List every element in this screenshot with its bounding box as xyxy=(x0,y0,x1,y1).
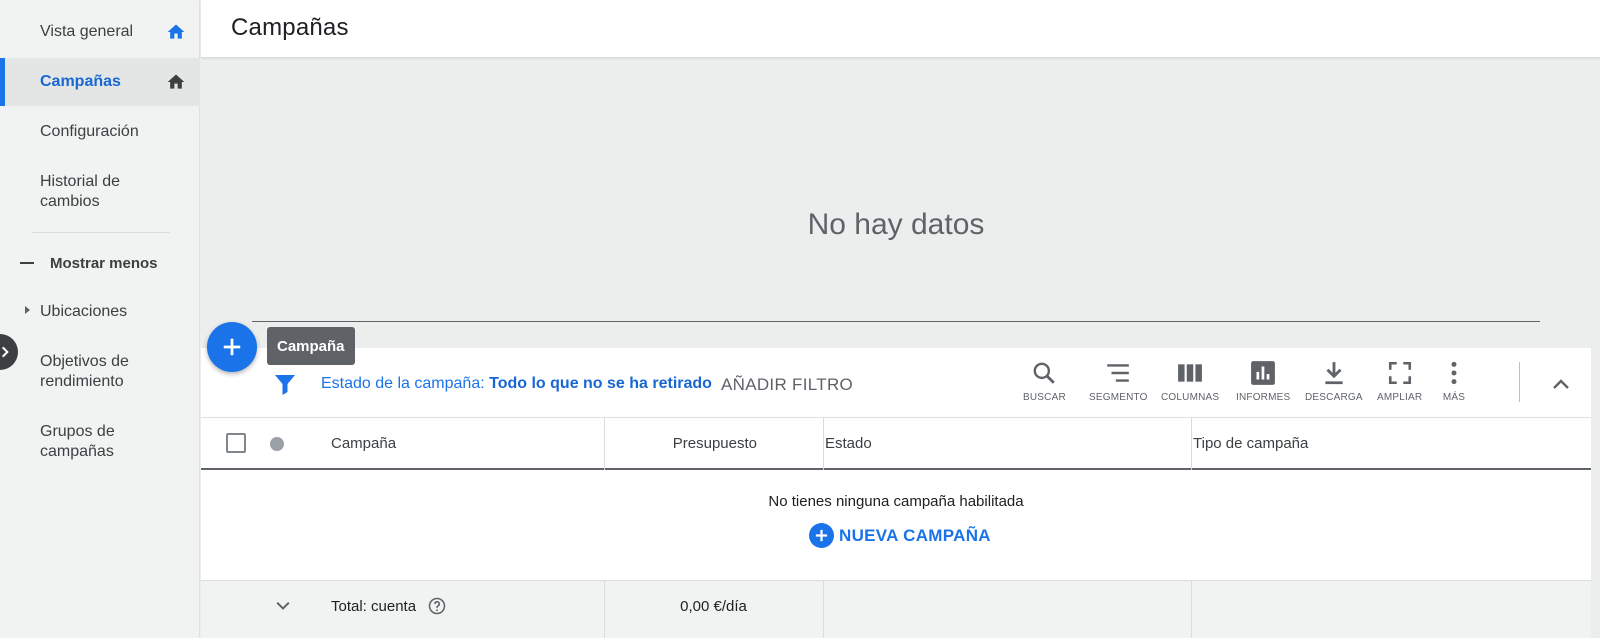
add-filter-button[interactable]: AÑADIR FILTRO xyxy=(721,375,853,395)
column-divider xyxy=(604,581,605,638)
help-icon[interactable] xyxy=(428,597,446,615)
chevron-down-icon[interactable] xyxy=(273,596,293,616)
new-campaign-button[interactable]: NUEVA CAMPAÑA xyxy=(809,523,991,548)
bar-chart-icon xyxy=(1251,361,1276,385)
total-budget: 0,00 €/día xyxy=(680,597,747,615)
more-tool-label: MÁS xyxy=(1442,392,1466,403)
column-divider xyxy=(823,418,824,470)
campaign-table-card: Estado de la campaña: Todo lo que no se … xyxy=(201,348,1591,638)
show-less-button[interactable]: Mostrar menos xyxy=(0,247,170,279)
sidebar-item-label: Ubicaciones xyxy=(40,303,128,320)
sidebar-item-campaign-groups[interactable]: Grupos de campañas xyxy=(0,422,200,462)
sidebar-item-label: Configuración xyxy=(40,123,139,140)
sidebar-item-placements[interactable]: Ubicaciones xyxy=(0,302,200,322)
total-label: Total: cuenta xyxy=(331,581,446,631)
filter-label: Estado de la campaña: xyxy=(321,375,485,392)
download-tool[interactable]: DESCARGA xyxy=(1305,360,1363,403)
download-icon xyxy=(1325,362,1343,385)
segment-icon xyxy=(1107,364,1130,382)
table-toolbar: Estado de la campaña: Todo lo que no se … xyxy=(201,348,1591,418)
columns-tool-label: COLUMNAS xyxy=(1161,392,1220,403)
sidebar-item-performance-goals[interactable]: Objetivos de rendimiento xyxy=(0,352,200,392)
chevron-up-icon[interactable] xyxy=(1549,372,1573,396)
minus-icon xyxy=(20,262,34,264)
sidebar: Vista general Campañas Configuración His… xyxy=(0,0,200,638)
sidebar-item-label: cambios xyxy=(40,193,100,210)
search-tool-label: BUSCAR xyxy=(1023,392,1066,403)
sidebar-item-label: Vista general xyxy=(40,23,134,40)
segment-tool[interactable]: SEGMENTO xyxy=(1089,360,1148,403)
status-filter-chip[interactable]: Estado de la campaña: Todo lo que no se … xyxy=(321,375,712,393)
sidebar-item-label: campañas xyxy=(40,443,114,460)
sidebar-item-label: Grupos de xyxy=(40,423,115,440)
fullscreen-icon xyxy=(1388,361,1411,385)
search-icon xyxy=(1034,362,1056,384)
page-header: Campañas xyxy=(201,0,1600,58)
search-tool[interactable]: BUSCAR xyxy=(1023,360,1066,403)
fab-tooltip: Campaña xyxy=(267,327,355,365)
home-icon xyxy=(167,74,185,89)
filter-value: Todo lo que no se ha retirado xyxy=(489,375,712,392)
column-header-type[interactable]: Tipo de campaña xyxy=(1193,418,1308,468)
total-label-text: Total: cuenta xyxy=(331,597,417,615)
segment-tool-label: SEGMENTO xyxy=(1089,392,1148,403)
filter-icon[interactable] xyxy=(273,372,297,396)
home-icon xyxy=(167,24,185,39)
empty-table-message: No tienes ninguna campaña habilitada xyxy=(768,493,1024,510)
column-header-campaign[interactable]: Campaña xyxy=(331,418,396,468)
sidebar-item-label: rendimiento xyxy=(40,373,124,390)
chevron-right-icon xyxy=(1,346,9,358)
table-total-row: Total: cuenta 0,00 €/día xyxy=(201,580,1591,638)
page-title: Campañas xyxy=(231,14,349,41)
new-campaign-label: NUEVA CAMPAÑA xyxy=(839,525,991,545)
plus-icon xyxy=(223,338,241,356)
reports-tool-label: INFORMES xyxy=(1236,392,1291,403)
status-dot-icon xyxy=(270,437,284,451)
sidebar-divider xyxy=(32,232,170,233)
reports-tool[interactable]: INFORMES xyxy=(1236,360,1290,403)
sidebar-item-campaigns[interactable]: Campañas xyxy=(0,58,200,106)
expand-tool-label: AMPLIAR xyxy=(1377,392,1423,403)
sidebar-item-settings[interactable]: Configuración xyxy=(0,122,200,142)
columns-tool[interactable]: COLUMNAS xyxy=(1161,360,1219,403)
sidebar-item-label: Objetivos de xyxy=(40,353,129,370)
download-tool-label: DESCARGA xyxy=(1305,392,1363,403)
column-divider xyxy=(604,418,605,470)
columns-icon xyxy=(1178,364,1203,382)
toolbar-divider xyxy=(1519,362,1520,402)
select-all-checkbox[interactable] xyxy=(226,433,246,453)
sidebar-item-label: Campañas xyxy=(40,73,121,90)
column-divider xyxy=(1191,418,1192,470)
expand-tool[interactable]: AMPLIAR xyxy=(1377,360,1422,403)
show-less-label: Mostrar menos xyxy=(50,254,158,272)
sidebar-item-overview[interactable]: Vista general xyxy=(0,22,200,42)
column-divider xyxy=(823,581,824,638)
sidebar-item-label: Historial de xyxy=(40,173,121,190)
add-campaign-fab[interactable] xyxy=(207,322,257,372)
column-header-status[interactable]: Estado xyxy=(825,418,872,468)
column-divider xyxy=(1191,581,1192,638)
chart-axis xyxy=(252,321,1540,322)
table-header: Campaña Presupuesto Estado Tipo de campa… xyxy=(201,418,1591,470)
column-header-budget[interactable]: Presupuesto xyxy=(599,418,817,468)
sidebar-item-change-history[interactable]: Historial de cambios xyxy=(0,172,200,212)
add-icon xyxy=(809,523,834,548)
no-data-message: No hay datos xyxy=(807,208,985,241)
more-tool[interactable]: MÁS xyxy=(1441,360,1467,403)
more-vert-icon xyxy=(1451,361,1457,385)
